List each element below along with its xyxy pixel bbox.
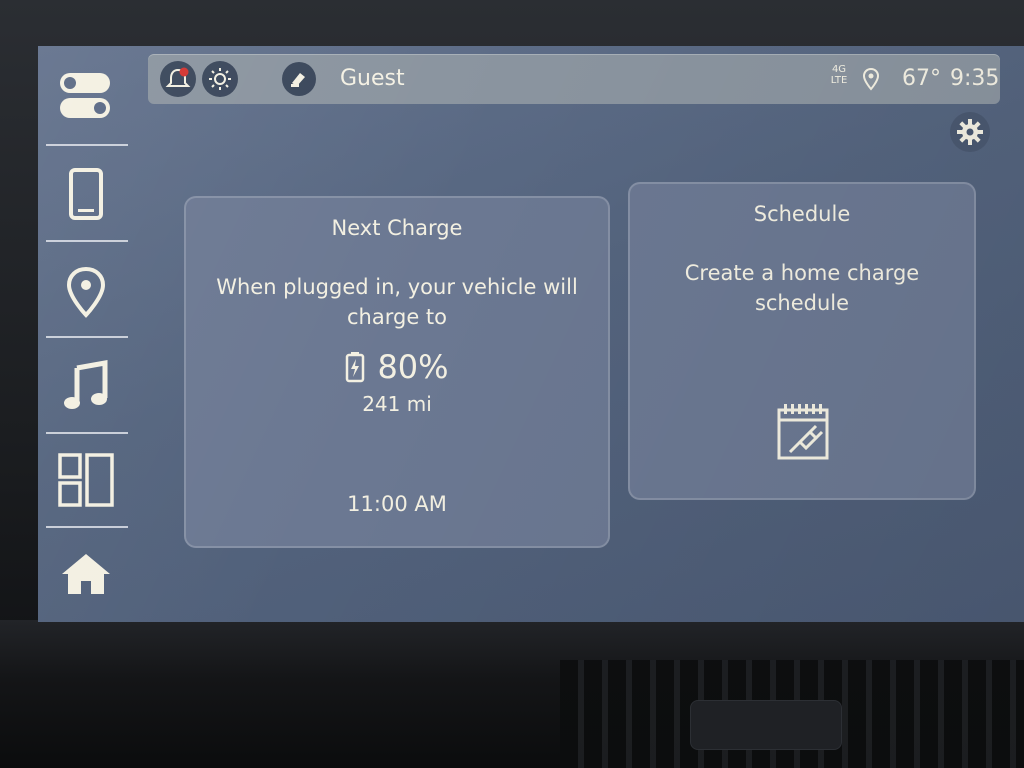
schedule-title: Schedule [753, 202, 851, 226]
rail-item-home[interactable] [44, 534, 128, 614]
rail-divider [46, 526, 128, 528]
brightness-icon [209, 68, 231, 90]
schedule-card[interactable]: Schedule Create a home charge schedule [628, 182, 976, 500]
notification-bell-icon [165, 67, 191, 87]
rail-divider [46, 432, 128, 434]
network-indicator: 4G LTE [826, 64, 852, 94]
next-charge-card[interactable]: Next Charge When plugged in, your vehicl… [184, 196, 610, 548]
notifications-button[interactable] [160, 61, 196, 97]
phone-icon [69, 168, 103, 220]
nav-rail [38, 46, 134, 622]
charge-target-percent: 80% [377, 348, 449, 386]
infotainment-screen: Guest 4G LTE 67° 9:35 Next Charge When p… [38, 46, 1024, 622]
home-icon [62, 554, 110, 594]
vent-control [690, 700, 842, 750]
profile-icon [291, 73, 305, 87]
profile-button[interactable] [282, 62, 316, 96]
rail-item-navigation[interactable] [44, 252, 128, 332]
battery-charging-icon [346, 352, 365, 383]
rail-divider [46, 336, 128, 338]
rail-item-audio[interactable] [44, 346, 128, 426]
charge-time: 11:00 AM [347, 492, 447, 516]
clock: 9:35 [950, 66, 1000, 91]
location-pin-icon [66, 266, 106, 318]
profile-name[interactable]: Guest [340, 54, 405, 104]
app-grid-icon [58, 453, 114, 507]
rail-divider [46, 144, 128, 146]
charge-range: 241 mi [362, 392, 432, 416]
settings-button[interactable] [950, 112, 990, 152]
charge-target-row: 80% [184, 348, 610, 386]
rail-item-phone[interactable] [44, 154, 128, 234]
music-note-icon [64, 360, 108, 409]
network-label: 4G LTE [830, 64, 848, 86]
next-charge-title: Next Charge [331, 216, 463, 240]
rail-divider [46, 240, 128, 242]
rail-item-apps[interactable] [44, 440, 128, 520]
gear-icon [957, 119, 983, 145]
status-bar: Guest 4G LTE 67° 9:35 [148, 54, 1000, 104]
next-charge-message: When plugged in, your vehicle will charg… [216, 275, 578, 329]
schedule-message: Create a home charge schedule [684, 261, 920, 315]
display-brightness-button[interactable] [202, 61, 238, 97]
rail-item-controls[interactable] [44, 56, 128, 136]
temperature: 67° [902, 66, 941, 91]
toggle-switches-icon [60, 73, 110, 118]
location-pin-icon [862, 67, 880, 91]
calendar-plug-icon [777, 404, 829, 460]
